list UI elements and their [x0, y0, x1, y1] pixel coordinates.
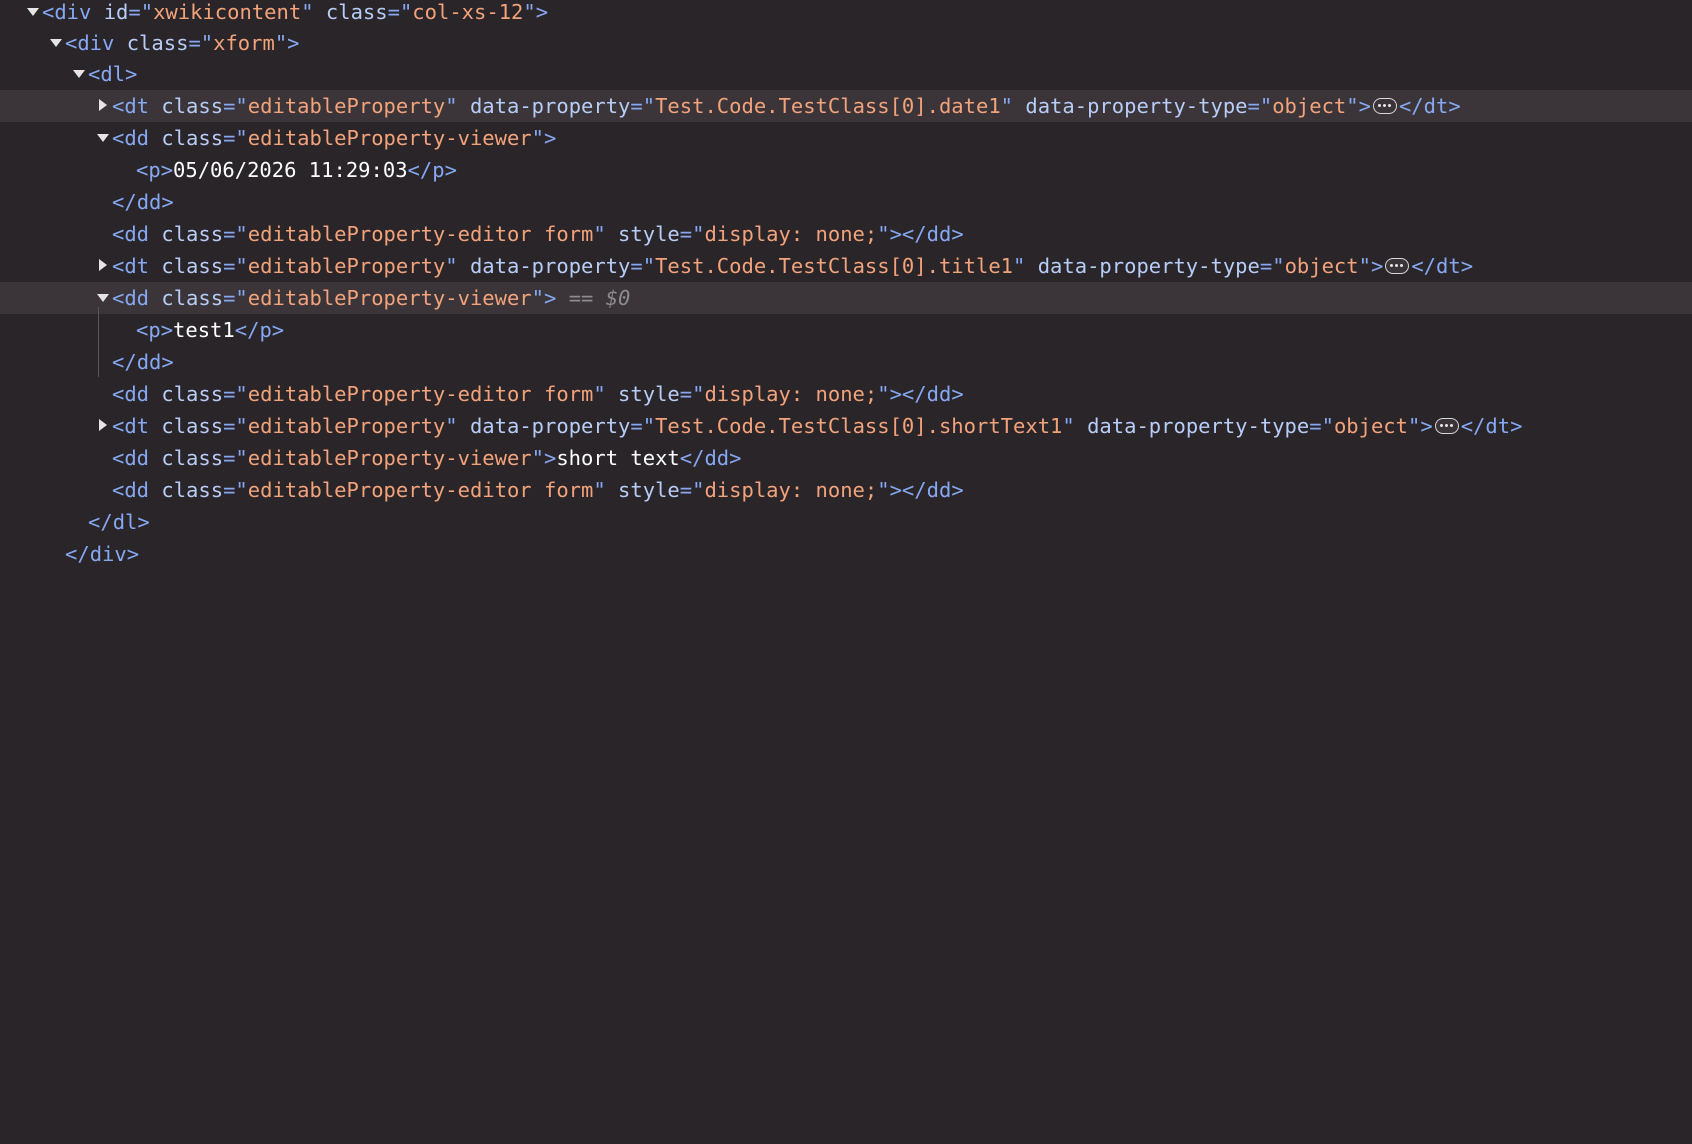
node-row-p-date[interactable]: <p>05/06/2026 11:29:03</p> — [0, 154, 1692, 186]
ellipsis-badge-icon[interactable] — [1434, 418, 1459, 434]
triangle-down-icon[interactable] — [94, 282, 110, 314]
triangle-down-icon[interactable] — [24, 0, 40, 28]
node-markup: <dd class="editableProperty-editor form"… — [112, 478, 964, 502]
ellipsis-badge-icon[interactable] — [1372, 98, 1397, 114]
triangle-down-icon[interactable] — [70, 58, 86, 90]
triangle-down-icon[interactable] — [47, 27, 63, 59]
node-markup: </dl> — [88, 510, 150, 534]
node-markup: <dd class="editableProperty-editor form"… — [112, 222, 964, 246]
node-row-p-title[interactable]: <p>test1</p> — [0, 314, 1692, 346]
node-row-dt-short[interactable]: <dt class="editableProperty" data-proper… — [0, 410, 1692, 442]
node-markup: <dd class="editableProperty-editor form"… — [112, 382, 964, 406]
node-row-dd-close[interactable]: </dd> — [0, 186, 1692, 218]
node-row-dl-close[interactable]: </dl> — [0, 506, 1692, 538]
node-row-dd-viewer-title-selected[interactable]: <dd class="editableProperty-viewer"> == … — [0, 282, 1692, 314]
node-row-dd-close[interactable]: </dd> — [0, 346, 1692, 378]
node-row-dd-editor-date[interactable]: <dd class="editableProperty-editor form"… — [0, 218, 1692, 250]
node-row-dd-viewer-short[interactable]: <dd class="editableProperty-viewer">shor… — [0, 442, 1692, 474]
node-markup: <div id="xwikicontent" class="col-xs-12"… — [42, 0, 549, 24]
node-markup: <div class="xform"> — [65, 31, 300, 55]
node-markup: </div> — [65, 542, 140, 566]
node-markup: <dd class="editableProperty-viewer"> == … — [112, 286, 631, 310]
node-markup: </dd> — [112, 190, 174, 214]
node-row-dd-editor-title[interactable]: <dd class="editableProperty-editor form"… — [0, 378, 1692, 410]
node-markup: <dt class="editableProperty" data-proper… — [112, 414, 1523, 438]
inspector-dom-tree: <div id="xwikicontent" class="col-xs-12"… — [0, 0, 1692, 572]
selected-node-reference: == $0 — [568, 286, 631, 310]
node-markup: <dt class="editableProperty" data-proper… — [112, 254, 1474, 278]
node-markup: <dd class="editableProperty-viewer">shor… — [112, 446, 742, 470]
node-row-dt-title[interactable]: <dt class="editableProperty" data-proper… — [0, 250, 1692, 282]
node-row-dt-date[interactable]: <dt class="editableProperty" data-proper… — [0, 90, 1692, 122]
node-row-dd-editor-short[interactable]: <dd class="editableProperty-editor form"… — [0, 474, 1692, 506]
triangle-right-icon[interactable] — [94, 410, 110, 442]
triangle-right-icon[interactable] — [94, 90, 110, 122]
node-markup: </dd> — [112, 350, 174, 374]
node-row-div-close[interactable]: </div> — [0, 538, 1692, 570]
node-row-dl[interactable]: <dl> — [0, 58, 1692, 90]
node-markup: <dt class="editableProperty" data-proper… — [112, 94, 1461, 118]
node-markup: <p>05/06/2026 11:29:03</p> — [136, 158, 457, 182]
node-markup: <dd class="editableProperty-viewer"> — [112, 126, 557, 150]
node-row-xwikicontent[interactable]: <div id="xwikicontent" class="col-xs-12"… — [0, 0, 1692, 28]
node-markup: <dl> — [88, 62, 138, 86]
node-row-dd-viewer-date[interactable]: <dd class="editableProperty-viewer"> — [0, 122, 1692, 154]
node-row-xform[interactable]: <div class="xform"> — [0, 27, 1692, 59]
ellipsis-badge-icon[interactable] — [1385, 258, 1410, 274]
node-markup: <p>test1</p> — [136, 318, 285, 342]
triangle-down-icon[interactable] — [94, 122, 110, 154]
triangle-right-icon[interactable] — [94, 250, 110, 282]
